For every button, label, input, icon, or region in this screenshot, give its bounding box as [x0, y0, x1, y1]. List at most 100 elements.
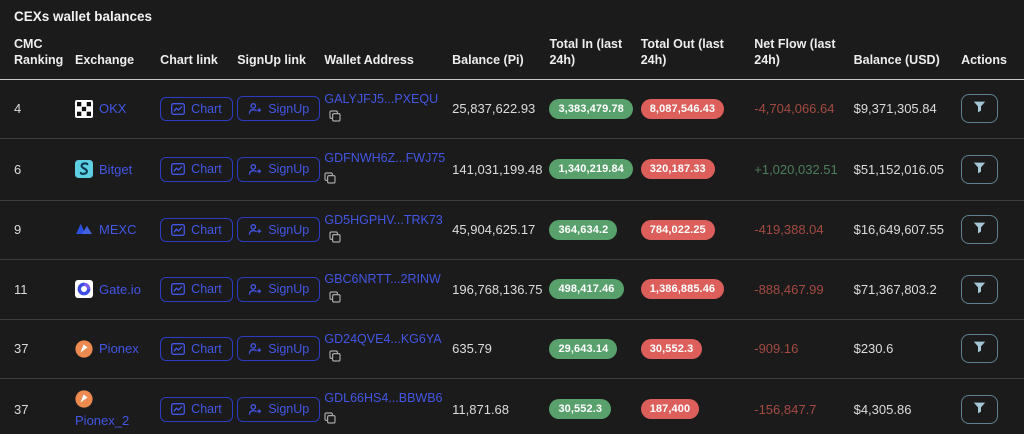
exchange-link[interactable]: MEXC	[99, 222, 137, 237]
wallet-address-link[interactable]: GALYJFJ5...PXEQU	[324, 92, 438, 106]
copy-icon[interactable]	[324, 171, 446, 190]
balance-pi: 45,904,625.17	[452, 200, 550, 260]
chart-button[interactable]: Chart	[160, 217, 233, 242]
filter-icon	[973, 402, 986, 417]
cmc-rank-value: 37	[0, 319, 76, 379]
line-chart-icon	[171, 403, 186, 416]
actions-filter-button[interactable]	[961, 94, 999, 124]
balance-pi: 196,768,136.75	[452, 259, 550, 320]
col-header-balance-pi: Balance (Pi)	[452, 26, 550, 80]
col-header-balance-usd: Balance (USD)	[853, 26, 962, 80]
exchange-cell: MEXC	[75, 221, 154, 239]
exchange-link[interactable]: Pionex_2	[75, 413, 129, 428]
wallet-address-link[interactable]: GDFNWH6Z...FWJ75	[324, 151, 445, 165]
copy-icon[interactable]	[324, 411, 446, 430]
net-flow: -419,388.04	[754, 200, 854, 260]
actions-filter-button[interactable]	[961, 394, 999, 424]
actions-filter-button[interactable]	[961, 215, 999, 245]
exchange-link[interactable]: OKX	[99, 101, 126, 116]
signup-button[interactable]: SignUp	[237, 276, 321, 302]
gateio-logo	[75, 280, 94, 299]
total-in-badge: 1,340,219.84	[549, 159, 633, 180]
chart-button[interactable]: Chart	[160, 96, 233, 121]
copy-icon[interactable]	[329, 290, 342, 309]
header-row: CMC Ranking Exchange Chart link SignUp l…	[0, 26, 1024, 80]
wallet-address-link[interactable]: GDL66HS4...BBWB6	[324, 391, 442, 405]
exchange-link[interactable]: Bitget	[99, 162, 132, 177]
balance-pi: 141,031,199.48	[452, 138, 550, 201]
balance-pi: 25,837,622.93	[452, 79, 550, 139]
add-user-icon	[248, 283, 262, 296]
chart-button[interactable]: Chart	[160, 157, 233, 182]
line-chart-icon	[171, 163, 186, 176]
add-user-icon	[248, 342, 262, 355]
filter-icon	[973, 162, 986, 177]
balance-pi: 11,871.68	[452, 378, 550, 434]
balance-pi: 635.79	[452, 319, 550, 379]
exchange-cell: Pionex	[75, 340, 154, 358]
signup-button[interactable]: SignUp	[237, 217, 321, 243]
cex-balances-table: CMC Ranking Exchange Chart link SignUp l…	[0, 26, 1024, 434]
total-out-badge: 187,400	[640, 399, 700, 420]
col-header-signup-link: SignUp link	[237, 26, 325, 80]
actions-filter-button[interactable]	[961, 334, 999, 364]
signup-button[interactable]: SignUp	[237, 396, 321, 422]
filter-icon	[973, 282, 986, 297]
exchange-link[interactable]: Pionex	[99, 341, 139, 356]
net-flow: -4,704,066.64	[754, 79, 854, 139]
total-out-badge: 320,187.33	[640, 159, 715, 180]
line-chart-icon	[171, 342, 186, 355]
wallet-address-link[interactable]: GD5HGPHV...TRK73	[324, 213, 442, 227]
actions-filter-button[interactable]	[961, 274, 999, 304]
signup-button[interactable]: SignUp	[237, 336, 321, 362]
add-user-icon	[248, 223, 262, 236]
wallet-address-link[interactable]: GD24QVE4...KG6YA	[324, 332, 441, 346]
exchange-cell: Pionex_2	[75, 390, 154, 428]
chart-button[interactable]: Chart	[160, 336, 233, 361]
total-in-badge: 29,643.14	[549, 338, 618, 359]
filter-icon	[973, 222, 986, 237]
cmc-rank-value: 9	[0, 200, 76, 260]
chart-button[interactable]: Chart	[160, 397, 233, 422]
balance-usd: $4,305.86	[853, 378, 962, 434]
copy-icon[interactable]	[329, 230, 342, 249]
mexc-logo	[75, 221, 93, 239]
balance-usd: $9,371,305.84	[853, 79, 962, 139]
bitget-logo	[75, 160, 94, 179]
exchange-cell: Bitget	[75, 160, 154, 179]
chart-button[interactable]: Chart	[160, 277, 233, 302]
table-row: 9 MEXC Chart SignUp GD5HGPHV...TRK73 45,…	[0, 200, 1024, 260]
total-out-badge: 784,022.25	[640, 219, 715, 240]
table-row: 37 Pionex_2 Chart SignUp GDL66HS4...BBWB…	[0, 378, 1024, 434]
wallet-address-link[interactable]: GBC6NRTT...2RINW	[324, 272, 440, 286]
copy-icon[interactable]	[329, 349, 342, 368]
exchange-link[interactable]: Gate.io	[99, 282, 141, 297]
pionex-logo	[75, 390, 93, 408]
total-out-badge: 30,552.3	[640, 338, 703, 359]
signup-button[interactable]: SignUp	[237, 156, 321, 182]
total-out-badge: 1,386,885.46	[640, 279, 725, 300]
line-chart-icon	[171, 102, 186, 115]
filter-icon	[973, 101, 986, 116]
col-header-cmc-ranking: CMC Ranking	[0, 26, 76, 80]
col-header-chart-link: Chart link	[160, 26, 238, 80]
copy-icon[interactable]	[329, 109, 342, 128]
total-in-badge: 3,383,479.78	[549, 98, 633, 119]
page-title: CEXs wallet balances	[14, 9, 153, 24]
cmc-rank-value: 11	[0, 259, 76, 320]
actions-filter-button[interactable]	[961, 154, 999, 184]
add-user-icon	[248, 163, 262, 176]
line-chart-icon	[171, 283, 186, 296]
total-in-badge: 364,634.2	[549, 219, 618, 240]
pionex-logo	[75, 340, 93, 358]
signup-button[interactable]: SignUp	[237, 96, 321, 122]
net-flow: +1,020,032.51	[754, 138, 854, 201]
col-header-actions: Actions	[961, 26, 1024, 80]
total-in-badge: 30,552.3	[549, 399, 612, 420]
col-header-total-in: Total In (last 24h)	[549, 26, 641, 80]
balance-usd: $51,152,016.05	[853, 138, 962, 201]
balance-usd: $16,649,607.55	[853, 200, 962, 260]
cmc-rank-value: 37	[0, 378, 76, 434]
cmc-rank-value: 6	[0, 138, 76, 201]
col-header-exchange: Exchange	[75, 26, 161, 80]
